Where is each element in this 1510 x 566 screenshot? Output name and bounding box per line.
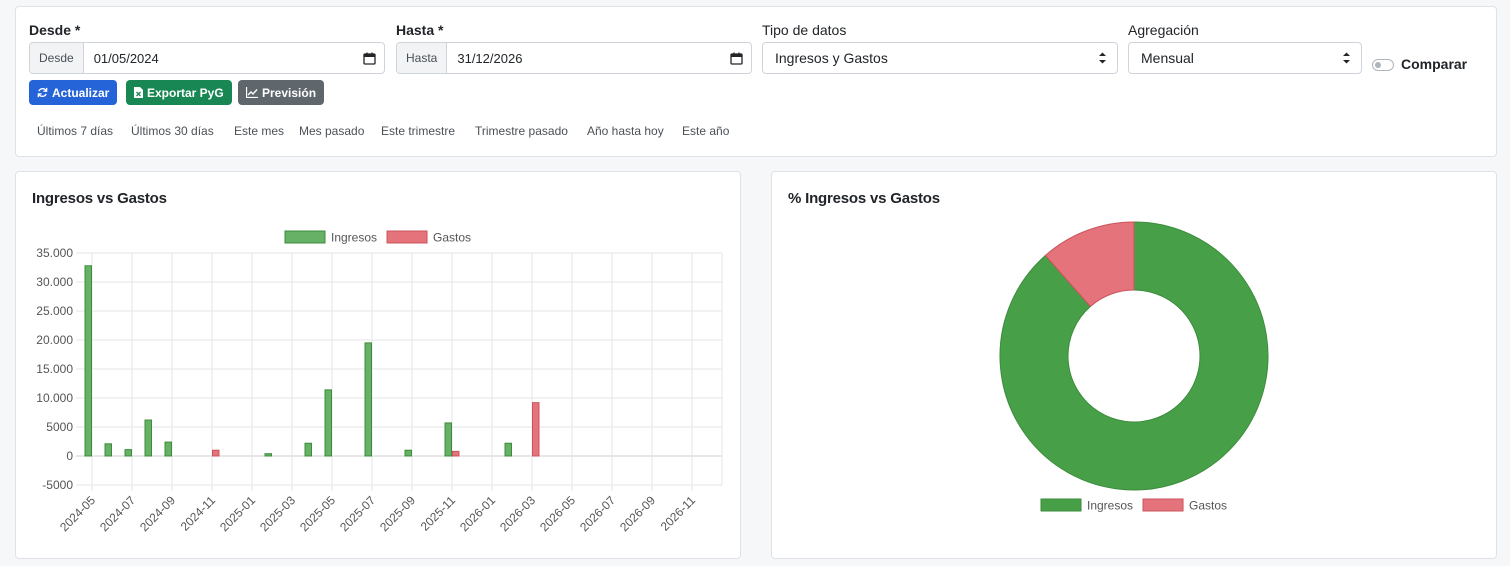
x-tick-label: 2024-05 [57,493,98,534]
ingresos-bar[interactable] [304,442,312,457]
legend-item-gastos[interactable]: Gastos [386,230,471,245]
x-tick-label: 2025-05 [297,493,338,534]
y-tick-label: 20.000 [36,333,73,347]
ingresos-bar[interactable] [164,441,172,457]
quick-range-mes-pasado[interactable]: Mes pasado [299,124,364,138]
refresh-icon [37,87,48,98]
agregacion-label: Agregación [1128,22,1199,38]
legend-swatch-gastos [386,230,428,244]
quick-range-ultimos-30-dias[interactable]: Últimos 30 días [131,124,214,138]
desde-date-value[interactable]: 01/05/2024 [84,43,354,73]
chart-line-icon [246,87,258,98]
prevision-button[interactable]: Previsión [238,80,325,105]
x-tick-label: 2026-01 [457,493,498,534]
toggle-knob [1375,62,1381,68]
actualizar-button[interactable]: Actualizar [29,80,118,105]
ingresos-bar[interactable] [404,449,412,457]
desde-label: Desde * [29,22,81,38]
gastos-bar[interactable] [212,449,220,457]
exportar-pyg-button[interactable]: Exportar PyG [126,80,232,105]
ingresos-bar[interactable] [144,419,152,457]
y-tick-label: 15.000 [36,362,73,376]
quick-range-ano-hasta-hoy[interactable]: Año hasta hoy [587,124,664,138]
calendar-icon[interactable] [354,43,384,73]
donut-chart: Ingresos Gastos [999,221,1269,513]
hasta-label: Hasta * [396,22,444,38]
ingresos-bar[interactable] [444,422,452,457]
legend-label-ingresos: Ingresos [331,231,377,245]
comparar-toggle[interactable] [1372,59,1394,71]
x-tick-label: 2024-09 [137,493,178,534]
desde-prefix: Desde [30,43,84,73]
legend-item-gastos[interactable]: Gastos [1142,498,1227,513]
agregacion-select[interactable]: Mensual [1128,42,1362,74]
desde-date-input[interactable]: Desde 01/05/2024 [29,42,385,74]
ingresos-bar[interactable] [504,442,512,457]
hasta-date-input[interactable]: Hasta 31/12/2026 [396,42,752,74]
donut-chart-card: % Ingresos vs Gastos Ingresos Gastos [771,171,1497,559]
x-tick-label: 2026-09 [617,493,658,534]
bar-chart: 35.000 30.000 25.000 20.000 15.000 10.000 5000… [36,230,723,534]
y-tick-label: -5000 [42,478,73,492]
tipo-datos-label: Tipo de datos [762,22,847,38]
ingresos-bar[interactable] [264,453,272,457]
x-tick-label: 2026-11 [658,493,699,534]
x-tick-label: 2025-03 [257,493,298,534]
y-tick-label: 10.000 [36,391,73,405]
quick-range-este-mes[interactable]: Este mes [234,124,284,138]
ingresos-bar[interactable] [84,265,92,457]
legend-label-gastos: Gastos [1189,499,1227,513]
file-excel-icon [134,87,143,98]
quick-range-ultimos-7-dias[interactable]: Últimos 7 días [37,124,113,138]
actualizar-label: Actualizar [52,85,110,100]
x-tick-label: 2024-07 [97,493,138,534]
legend-label-gastos: Gastos [433,231,471,245]
quick-range-este-ano[interactable]: Este año [682,124,729,138]
legend-swatch-gastos [1142,498,1184,512]
prevision-label: Previsión [262,85,317,100]
x-tick-label: 2025-01 [217,493,258,534]
hasta-prefix: Hasta [397,43,448,73]
filters-panel: Desde * Desde 01/05/2024 Hasta * Hasta 3… [15,6,1497,157]
quick-range-trimestre-pasado[interactable]: Trimestre pasado [475,124,568,138]
y-tick-label: 5000 [46,420,73,434]
agregacion-value: Mensual [1141,50,1194,66]
exportar-label: Exportar PyG [147,85,224,100]
x-tick-label: 2025-09 [377,493,418,534]
x-tick-label: 2026-05 [537,493,578,534]
ingresos-bar[interactable] [124,449,132,457]
legend-item-ingresos[interactable]: Ingresos [1040,498,1133,513]
y-tick-label: 0 [66,449,73,463]
legend-swatch-ingresos [284,230,326,244]
y-tick-label: 25.000 [36,304,73,318]
x-tick-label: 2025-07 [337,493,378,534]
ingresos-bar[interactable] [324,389,332,457]
comparar-label: Comparar [1401,56,1468,72]
select-arrows-icon [1343,52,1350,64]
ingresos-bar[interactable] [364,342,372,457]
legend-item-ingresos[interactable]: Ingresos [284,230,377,245]
calendar-icon[interactable] [721,43,751,73]
legend-label-ingresos: Ingresos [1087,499,1133,513]
tipo-datos-value: Ingresos y Gastos [775,50,888,66]
hasta-date-value[interactable]: 31/12/2026 [447,43,721,73]
y-tick-label: 30.000 [36,275,73,289]
quick-range-este-trimestre[interactable]: Este trimestre [381,124,455,138]
select-arrows-icon [1099,52,1106,64]
gastos-bar[interactable] [532,402,540,457]
x-tick-label: 2026-03 [497,493,538,534]
y-tick-label: 35.000 [36,246,73,260]
legend-swatch-ingresos [1040,498,1082,512]
x-tick-label: 2025-11 [418,493,459,534]
x-tick-label: 2026-07 [577,493,618,534]
ingresos-bar[interactable] [104,443,112,457]
gastos-bar[interactable] [452,450,460,457]
x-tick-label: 2024-11 [178,493,219,534]
tipo-datos-select[interactable]: Ingresos y Gastos [762,42,1118,74]
bar-chart-card: Ingresos vs Gastos 35.000 30.000 25.000 20.… [15,171,741,559]
